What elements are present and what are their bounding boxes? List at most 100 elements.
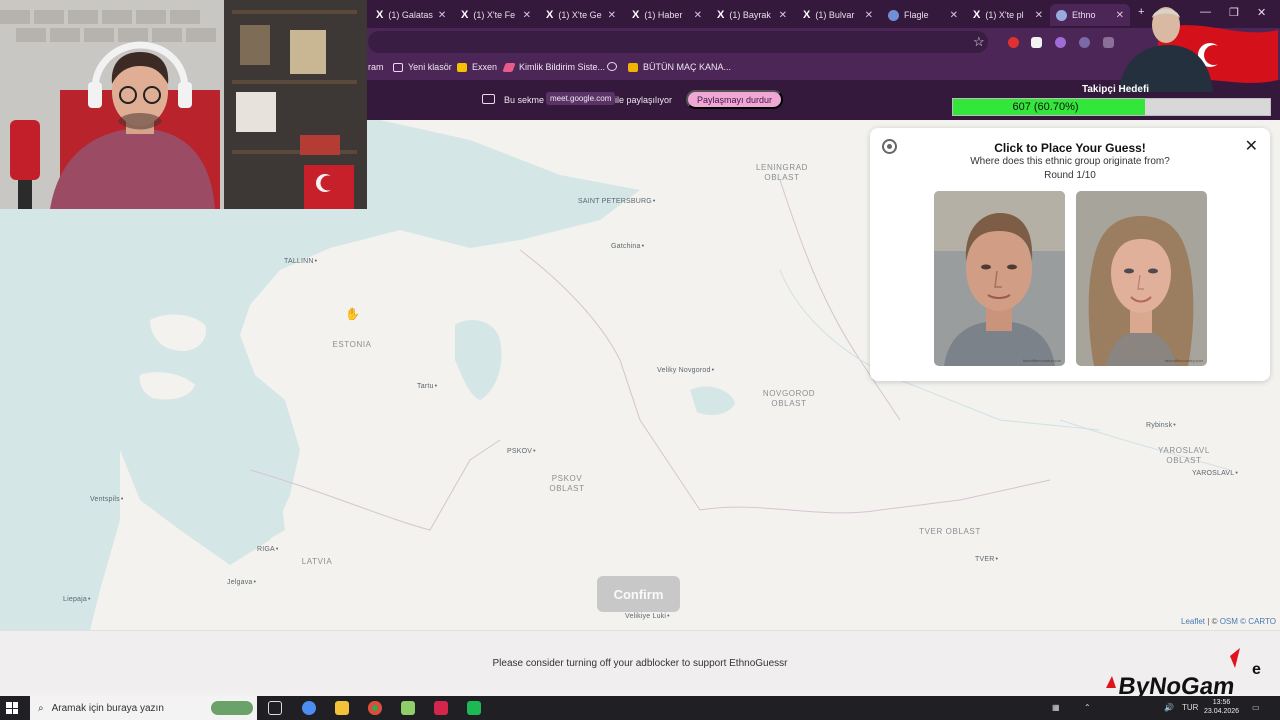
tab-galatas[interactable]: X (1) Galatas ✕ [370,4,452,26]
close-icon[interactable]: ✕ [523,10,531,21]
folder-icon [393,62,403,72]
city-tallinn: TALLINN [284,258,317,265]
globe-icon [888,9,899,21]
pen-icon [502,62,516,72]
extension-icon[interactable] [1008,37,1019,48]
tab-x-fe[interactable]: X (1) X'te Fe ✕ [455,4,537,26]
city-veliky-novgorod: Veliky Novgorod [657,367,714,374]
tab-label: (1) X'te pl [985,10,1024,20]
hand-cursor-icon: ✋ [345,307,360,321]
bookmark-label: Yeni klasör [408,62,452,72]
windows-start-button[interactable] [6,702,18,714]
city-pskov: PSKOV [507,448,536,455]
file-explorer-icon[interactable] [335,701,349,715]
leaflet-link[interactable]: Leaflet [1181,617,1205,626]
city-jelgava: Jelgava [227,579,256,586]
close-icon[interactable]: ✕ [694,10,702,21]
bookmark-item[interactable]: Kimlik Bildirim Siste... [502,62,606,72]
weather-food-widget-icon[interactable] [211,701,253,715]
card-title: Click to Place Your Guess! [994,141,1146,155]
windows-taskbar: ⌕ Aramak için buraya yazın ▦ ⌃ 🔊 TUR 13:… [0,696,1280,720]
tab-haber[interactable]: X (1) Haber ✕ [626,4,708,26]
globe-icon [607,62,617,71]
region-estonia: ESTONIA [332,340,372,349]
share-prefix: Bu sekme [504,95,545,105]
page-footer: Please consider turning off your adblock… [0,630,1280,692]
bookmark-item[interactable]: BÜTÜN MAÇ KANA... [628,62,731,72]
bookmark-folder[interactable]: Yeni klasör [393,62,452,72]
tray-grid-icon[interactable]: ▦ [1052,703,1060,712]
city-gatchina: Gatchina [611,243,644,250]
app-icon[interactable] [434,701,448,715]
webcam-drawing [0,0,367,209]
jp-icon [628,62,638,72]
extension-icon[interactable] [1031,37,1042,48]
notepad-icon[interactable] [401,701,415,715]
region-tver-oblast: TVER OBLAST [919,527,981,536]
extension-icon[interactable] [1079,37,1090,48]
tab-label: (1) Bulvar [815,10,855,20]
close-icon[interactable]: ✕ [950,10,958,21]
tab-label: (1) Bayrak [729,10,771,20]
bookmark-item[interactable]: Exxen [457,62,497,72]
bookmark-star-icon[interactable]: ☆ [973,34,985,50]
tab-bayrak[interactable]: X (1) Bayrak ✕ [711,4,793,26]
card-subtitle: Where does this ethnic group originate f… [970,156,1170,167]
tab-x-pl[interactable]: X (1) X'te pl ✕ [967,4,1049,26]
notifications-icon[interactable]: ▭ [1252,703,1260,712]
tab-x-ge[interactable]: X (1) X'te Ge ✕ [540,4,622,26]
task-view-icon[interactable] [268,701,282,715]
svg-text:e: e [1252,661,1261,678]
lake-peipus [455,320,502,400]
city-tartu: Tartu [417,383,437,390]
close-icon[interactable]: ✕ [438,10,446,21]
city-yaroslavl: YAROSLAVL [1192,470,1238,477]
male-face-image: faceofthecountry.com [934,191,1065,366]
chrome-icon[interactable] [368,701,382,715]
close-icon[interactable]: ✕ [1035,10,1043,21]
tab-flagle[interactable]: Flagle ✕ [882,4,964,26]
confirm-button[interactable]: Confirm [597,576,680,612]
tab-label: (1) X'te Fe [473,10,516,20]
border [519,249,701,511]
language-indicator[interactable]: TUR [1182,703,1198,712]
close-icon[interactable]: ✕ [779,10,787,21]
tab-label: (1) X'te Ge [558,10,602,20]
tab-label: Flagle [904,10,929,20]
tray-chevron-icon[interactable]: ⌃ [1084,703,1091,712]
city-velikiye-luki: Velikiye Luki [625,613,670,620]
female-face-drawing [1076,191,1207,366]
logo-text: ByNoGam [1117,673,1237,698]
map-attribution: Leaflet | © OSM © CARTO [1181,617,1276,626]
copilot-icon[interactable] [302,701,316,715]
adblock-message: Please consider turning off your adblock… [492,658,788,669]
guess-card: ✕ Click to Place Your Guess! Where does … [870,128,1270,381]
bookmark-label: Exxen [472,62,498,72]
bynogam-logo: ByNoGam e [1106,648,1261,698]
screen-share-icon [482,94,495,104]
bookmark-item[interactable]: ram [368,62,384,72]
clock[interactable]: 13:56 23.04.2026 [1204,698,1239,716]
city-liepaja: Liepaja [63,596,91,603]
bookmark-label: Kimlik Bildirim Siste... [519,62,606,72]
close-icon[interactable]: ✕ [608,10,616,21]
carto-link[interactable]: © CARTO [1240,617,1276,626]
url-input[interactable] [368,31,988,53]
region-pskov-oblast: PSKOV OBLAST [549,474,585,493]
stop-sharing-button[interactable]: Paylaşmayı durdur [686,90,784,109]
clock-time: 13:56 [1212,699,1231,706]
tab-label: (1) Haber [644,10,683,20]
extension-icon[interactable] [1055,37,1066,48]
bookmark-item[interactable] [607,62,617,71]
close-icon[interactable]: ✕ [865,10,873,21]
app-icon[interactable] [467,701,481,715]
watermark: faceofthecountry.com [1023,358,1061,363]
screen: X (1) Galatas ✕ X (1) X'te Fe ✕ X (1) X'… [0,0,1280,720]
flag-portrait-overlay [1118,7,1278,92]
tab-bulvar[interactable]: X (1) Bulvar ✕ [797,4,879,26]
extension-icon[interactable] [1103,37,1114,48]
osm-link[interactable]: OSM [1220,617,1238,626]
region-yaroslavl-oblast: YAROSLAVL OBLAST [1158,446,1210,465]
city-tver: TVER [975,556,998,563]
speaker-icon[interactable]: 🔊 [1164,703,1174,712]
